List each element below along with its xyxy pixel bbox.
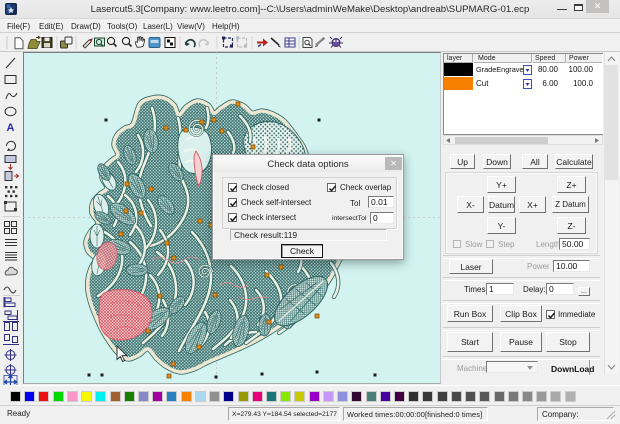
svg-text:A: A bbox=[7, 122, 15, 134]
